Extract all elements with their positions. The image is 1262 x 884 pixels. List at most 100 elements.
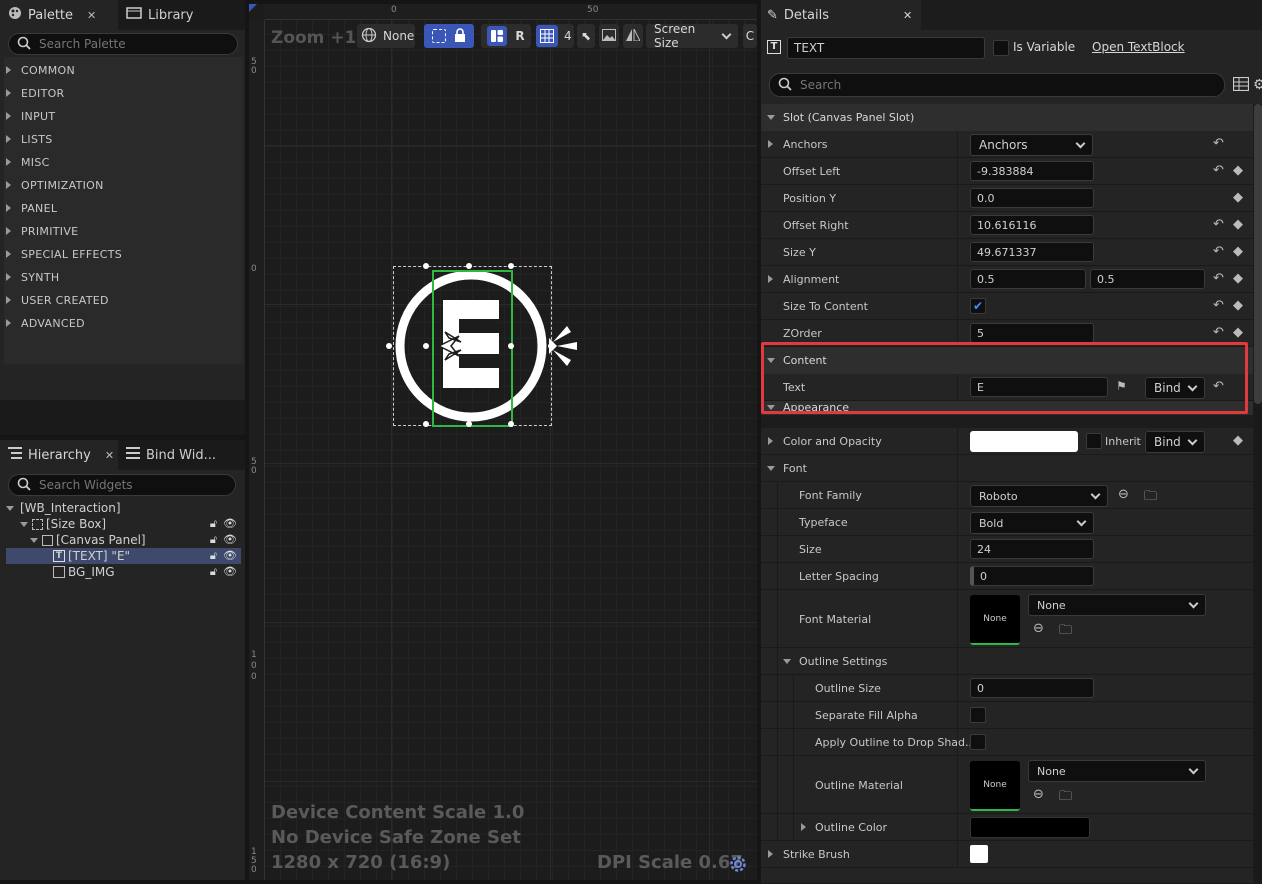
- tab-hierarchy[interactable]: Hierarchy ✕: [0, 440, 118, 470]
- color-swatch-white[interactable]: [970, 431, 1078, 452]
- palette-search-input[interactable]: [39, 37, 219, 51]
- tree-item-bg-img[interactable]: BG_IMG 🔓︎ 👁︎: [6, 564, 241, 580]
- close-icon[interactable]: ✕: [87, 9, 96, 22]
- flip-button[interactable]: [623, 24, 643, 48]
- palette-category-optimization[interactable]: OPTIMIZATION: [6, 175, 104, 195]
- zorder-input[interactable]: 5: [970, 323, 1094, 343]
- open-textblock-link[interactable]: Open TextBlock: [1092, 40, 1185, 54]
- keyframe-icon[interactable]: ◆: [1233, 298, 1243, 313]
- outline-size-input[interactable]: 0: [970, 678, 1094, 698]
- eye-icon[interactable]: 👁︎: [223, 533, 237, 547]
- use-selected-icon[interactable]: ⊖: [1033, 621, 1044, 636]
- keyframe-icon[interactable]: ◆: [1233, 217, 1243, 232]
- collapse-arrow-icon[interactable]: [767, 466, 775, 471]
- tab-details[interactable]: ✎ Details ✕: [761, 0, 921, 30]
- palette-search[interactable]: [8, 33, 238, 55]
- reset-icon[interactable]: ↶: [1213, 217, 1224, 232]
- resize-handle[interactable]: [423, 263, 429, 269]
- respect-locks-group[interactable]: R: [481, 24, 531, 48]
- palette-category-synth[interactable]: SYNTH: [6, 267, 59, 287]
- resize-handle[interactable]: [508, 263, 514, 269]
- cursor-mode-button[interactable]: ⬉: [577, 24, 595, 48]
- keyframe-icon[interactable]: ◆: [1233, 325, 1243, 340]
- browse-icon[interactable]: 🗀︎: [1144, 487, 1157, 509]
- resize-handle[interactable]: [386, 343, 392, 349]
- tab-bind-widgets[interactable]: Bind Wid...: [118, 440, 240, 470]
- outline-color-swatch[interactable]: [970, 817, 1090, 838]
- resize-handle[interactable]: [466, 263, 472, 269]
- tab-palette[interactable]: Palette ✕: [0, 0, 118, 30]
- details-search[interactable]: [769, 73, 1225, 97]
- palette-category-user-created[interactable]: USER CREATED: [6, 290, 109, 310]
- eye-icon[interactable]: 👁︎: [223, 565, 237, 579]
- keyframe-icon[interactable]: ◆: [1233, 190, 1243, 205]
- use-selected-icon[interactable]: ⊖: [1033, 787, 1044, 802]
- close-icon[interactable]: ✕: [903, 9, 912, 22]
- palette-category-advanced[interactable]: ADVANCED: [6, 313, 85, 333]
- eye-icon[interactable]: 👁︎: [223, 517, 237, 531]
- outline-material-dropdown[interactable]: None: [1028, 760, 1206, 782]
- use-selected-icon[interactable]: ⊖: [1118, 487, 1129, 502]
- lock-icon[interactable]: 🔓︎: [210, 549, 217, 563]
- color-bind-dropdown[interactable]: Bind: [1145, 431, 1205, 453]
- apply-outline-checkbox[interactable]: [970, 734, 986, 750]
- keyframe-icon[interactable]: ◆: [1233, 271, 1243, 286]
- keyframe-icon[interactable]: ◆: [1233, 433, 1243, 448]
- image-preview-button[interactable]: [599, 24, 619, 48]
- tree-item-size-box[interactable]: [Size Box] 🔓︎ 👁︎: [20, 516, 241, 532]
- outline-material-thumbnail[interactable]: None: [970, 761, 1020, 811]
- size-y-input[interactable]: 49.671337: [970, 242, 1094, 262]
- selected-text-widget[interactable]: [432, 270, 513, 427]
- letter-spacing-input[interactable]: 0: [970, 566, 1094, 586]
- hierarchy-search-input[interactable]: [39, 478, 219, 492]
- anchors-dropdown[interactable]: Anchors: [970, 134, 1093, 156]
- hierarchy-search[interactable]: [8, 474, 236, 496]
- palette-category-common[interactable]: COMMON: [6, 60, 75, 80]
- details-search-input[interactable]: [800, 78, 980, 92]
- widgets-icon[interactable]: [487, 26, 508, 46]
- palette-category-special-effects[interactable]: SPECIAL EFFECTS: [6, 244, 122, 264]
- keyframe-icon[interactable]: ◆: [1233, 244, 1243, 259]
- resize-handle[interactable]: [548, 343, 554, 349]
- grid-snap-group[interactable]: 4: [536, 24, 574, 48]
- reset-icon[interactable]: ↶: [1213, 163, 1224, 178]
- expand-arrow-icon[interactable]: [30, 537, 38, 543]
- resize-handle[interactable]: [423, 343, 429, 349]
- palette-category-editor[interactable]: EDITOR: [6, 83, 65, 103]
- expand-arrow-icon[interactable]: [801, 823, 806, 831]
- palette-category-primitive[interactable]: PRIMITIVE: [6, 221, 78, 241]
- font-material-thumbnail[interactable]: None: [970, 595, 1020, 645]
- palette-category-lists[interactable]: LISTS: [6, 129, 53, 149]
- expand-arrow-icon[interactable]: [768, 850, 773, 858]
- resize-handle[interactable]: [508, 343, 514, 349]
- typeface-dropdown[interactable]: Bold: [970, 512, 1094, 534]
- overflow-button[interactable]: C: [743, 24, 757, 48]
- settings-gear-icon[interactable]: ⚙: [1253, 77, 1262, 93]
- palette-category-misc[interactable]: MISC: [6, 152, 50, 172]
- reset-icon[interactable]: ↶: [1213, 298, 1224, 313]
- browse-icon[interactable]: 🗀︎: [1059, 787, 1072, 809]
- grid-icon[interactable]: [536, 25, 558, 47]
- expand-arrow-icon[interactable]: [768, 140, 773, 148]
- category-slot[interactable]: Slot (Canvas Panel Slot): [761, 104, 1253, 131]
- tree-item-text-e[interactable]: T [TEXT] "E" 🔓︎ 👁︎: [6, 548, 241, 564]
- marquee-lock-toggle[interactable]: [424, 24, 474, 48]
- alignment-x-input[interactable]: 0.5: [970, 269, 1086, 289]
- expand-arrow-icon[interactable]: [6, 505, 14, 511]
- offset-right-input[interactable]: 10.616116: [970, 215, 1094, 235]
- tree-item-wb-interaction[interactable]: [WB_Interaction]: [6, 500, 241, 516]
- tab-library[interactable]: Library: [118, 0, 238, 30]
- eye-icon[interactable]: 👁︎: [223, 549, 237, 563]
- is-variable-checkbox[interactable]: [993, 40, 1009, 56]
- inherit-checkbox[interactable]: [1086, 433, 1102, 449]
- designer-viewport[interactable]: 0 50 50 0 50 100 150 Zoom +13 None R 4 ⬉…: [249, 4, 757, 880]
- offset-left-input[interactable]: -9.383884: [970, 161, 1094, 181]
- tree-item-canvas-panel[interactable]: [Canvas Panel] 🔓︎ 👁︎: [30, 532, 241, 548]
- close-icon[interactable]: ✕: [105, 449, 114, 462]
- table-view-icon[interactable]: [1232, 76, 1250, 94]
- reset-icon[interactable]: ↶: [1213, 244, 1224, 259]
- reset-icon[interactable]: ↶: [1213, 325, 1224, 340]
- resize-handle[interactable]: [508, 421, 514, 427]
- collapse-arrow-icon[interactable]: [783, 659, 791, 664]
- expand-arrow-icon[interactable]: [768, 275, 773, 283]
